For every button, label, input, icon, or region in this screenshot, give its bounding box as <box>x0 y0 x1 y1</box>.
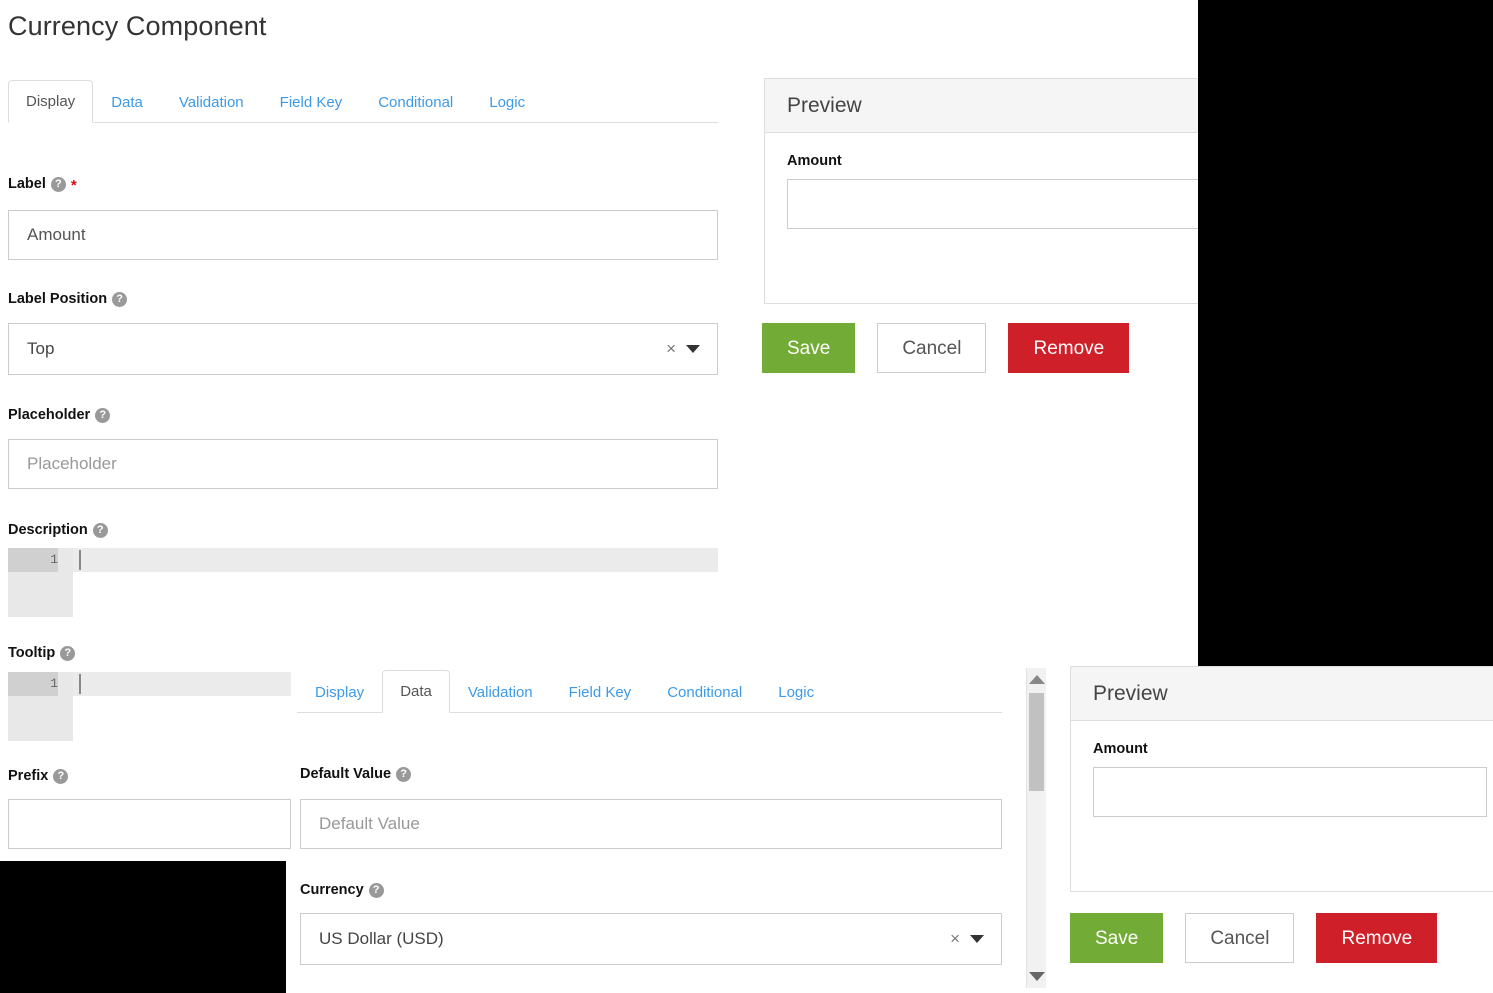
help-icon[interactable]: ? <box>53 768 69 784</box>
tooltip-label-text: Tooltip <box>8 645 56 661</box>
prefix-field-label: Prefix ? <box>8 767 69 785</box>
remove-button[interactable]: Remove <box>1316 913 1438 963</box>
occluded-region-right <box>1198 0 1493 666</box>
editor-content[interactable] <box>73 548 718 617</box>
description-label-text: Description <box>8 522 88 538</box>
currency-label-text: Currency <box>300 882 364 898</box>
tab-label: Validation <box>178 94 244 111</box>
chevron-down-icon[interactable] <box>970 935 984 943</box>
cancel-button[interactable]: Cancel <box>1185 913 1295 963</box>
preview-field-label: Amount <box>1093 741 1148 757</box>
scrollbar-thumb[interactable] <box>1029 693 1044 791</box>
tab-conditional[interactable]: Conditional <box>360 81 471 123</box>
tab-data[interactable]: Data <box>382 670 450 713</box>
editor-active-line <box>73 548 718 572</box>
tab-logic[interactable]: Logic <box>471 81 543 123</box>
cancel-button[interactable]: Cancel <box>877 323 987 373</box>
tab-label: Validation <box>467 684 533 701</box>
tab-label: Data <box>111 94 143 111</box>
tab-label: Logic <box>778 684 815 701</box>
tab-label: Data <box>400 683 432 700</box>
top-dialog-tabbar: Display Data Validation Field Key Condit… <box>8 80 718 123</box>
save-button[interactable]: Save <box>762 323 856 373</box>
currency-field-label: Currency ? <box>300 881 384 899</box>
editor-gutter: 1 <box>8 548 73 617</box>
tab-label: Display <box>26 93 76 110</box>
tab-label: Conditional <box>378 94 454 111</box>
prefix-label-text: Prefix <box>8 768 49 784</box>
scroll-up-arrow-icon[interactable] <box>1028 675 1045 684</box>
description-field-label: Description ? <box>8 521 108 539</box>
bottom-dialog-scrollbar[interactable] <box>1026 668 1046 988</box>
currency-value: US Dollar (USD) <box>319 929 444 948</box>
placeholder-field-label: Placeholder ? <box>8 406 111 424</box>
tab-label: Logic <box>489 94 526 111</box>
text-caret <box>79 674 81 694</box>
tab-display[interactable]: Display <box>8 80 94 123</box>
remove-button[interactable]: Remove <box>1008 323 1130 373</box>
bottom-dialog-tabbar: Display Data Validation Field Key Condit… <box>297 670 1002 713</box>
tab-label: Display <box>315 684 365 701</box>
screen-root: Currency Component Display Data Validati… <box>0 0 1493 993</box>
required-asterisk: * <box>70 177 77 194</box>
bottom-dialog-actions: Save Cancel Remove <box>1070 913 1438 963</box>
tab-validation[interactable]: Validation <box>450 671 551 713</box>
tab-label: Conditional <box>667 684 743 701</box>
editor-line-number: 1 <box>8 548 58 572</box>
preview-amount-input[interactable] <box>1093 767 1487 817</box>
help-icon[interactable]: ? <box>60 645 76 661</box>
tab-data[interactable]: Data <box>93 81 161 123</box>
clear-icon[interactable]: × <box>946 929 970 949</box>
label-field-label: Label ? * <box>8 175 77 193</box>
help-icon[interactable]: ? <box>112 291 128 307</box>
tab-label: Field Key <box>279 94 343 111</box>
description-code-editor[interactable]: 1 <box>8 548 718 617</box>
preview-panel-title: Preview <box>1071 667 1493 721</box>
prefix-input[interactable] <box>8 799 291 849</box>
editor-line-number: 1 <box>8 672 58 696</box>
default-value-field-label: Default Value ? <box>300 765 412 783</box>
tab-validation[interactable]: Validation <box>161 81 262 123</box>
default-value-input[interactable] <box>300 799 1002 849</box>
currency-select[interactable]: US Dollar (USD) × <box>300 913 1002 965</box>
label-position-select[interactable]: Top × <box>8 323 718 375</box>
page-title: Currency Component <box>8 11 267 41</box>
tab-conditional[interactable]: Conditional <box>649 671 760 713</box>
label-position-value: Top <box>27 339 55 358</box>
editor-gutter: 1 <box>8 672 73 741</box>
label-position-field-label: Label Position ? <box>8 290 128 308</box>
tab-field-key[interactable]: Field Key <box>551 671 650 713</box>
default-value-label-text: Default Value <box>300 766 392 782</box>
preview-panel-body: Amount <box>1071 721 1493 843</box>
help-icon[interactable]: ? <box>368 882 384 898</box>
placeholder-label-text: Placeholder <box>8 407 91 423</box>
help-icon[interactable]: ? <box>396 766 412 782</box>
tab-label: Field Key <box>568 684 632 701</box>
tab-display[interactable]: Display <box>297 671 382 713</box>
label-position-label-text: Label Position <box>8 291 108 307</box>
tab-logic[interactable]: Logic <box>760 671 832 713</box>
text-caret <box>79 550 81 570</box>
save-button[interactable]: Save <box>1070 913 1164 963</box>
tooltip-field-label: Tooltip ? <box>8 644 76 662</box>
label-input[interactable] <box>8 210 718 260</box>
top-dialog-actions: Save Cancel Remove <box>762 323 1130 373</box>
clear-icon[interactable]: × <box>662 339 686 359</box>
bottom-preview-panel: Preview Amount <box>1070 666 1493 892</box>
placeholder-input[interactable] <box>8 439 718 489</box>
help-icon[interactable]: ? <box>92 522 108 538</box>
label-field-label-text: Label <box>8 176 46 192</box>
help-icon[interactable]: ? <box>50 176 66 192</box>
help-icon[interactable]: ? <box>95 407 111 423</box>
occluded-region-bottom-left <box>0 861 286 993</box>
tab-field-key[interactable]: Field Key <box>262 81 361 123</box>
chevron-down-icon[interactable] <box>686 345 700 353</box>
scroll-down-arrow-icon[interactable] <box>1028 972 1045 981</box>
